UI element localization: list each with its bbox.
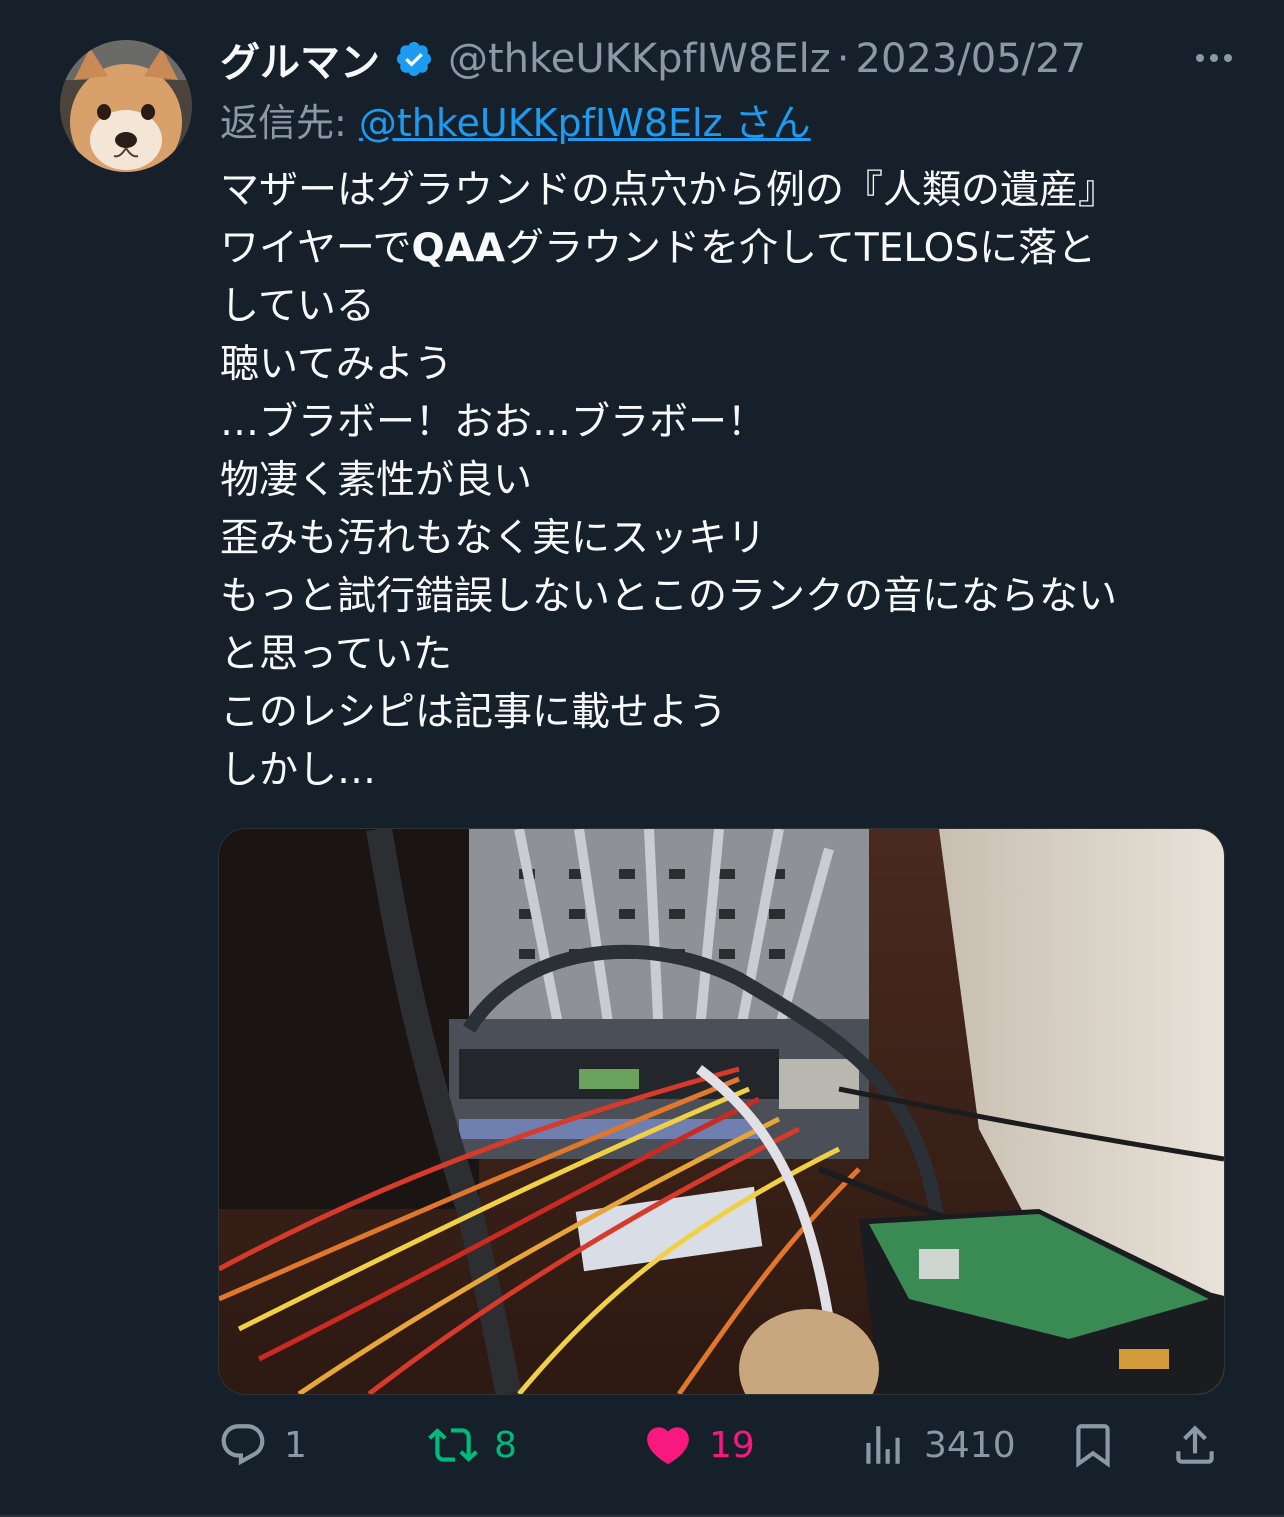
like-count: 19: [709, 1424, 755, 1466]
bookmark-button[interactable]: [1068, 1412, 1118, 1478]
text-bold-segment: QAA: [411, 226, 506, 271]
share-button[interactable]: [1170, 1412, 1220, 1478]
reply-count: 1: [284, 1424, 307, 1466]
reply-icon: [221, 1424, 265, 1466]
text-line: と思っていた: [220, 632, 453, 677]
avatar[interactable]: [60, 40, 192, 172]
text-line: しかし…: [220, 748, 377, 793]
share-icon: [1176, 1425, 1214, 1464]
text-segment: TELOS: [854, 226, 980, 271]
text-line: 聴いてみよう: [220, 342, 453, 387]
views-count: 3410: [924, 1424, 1016, 1466]
reply-to-line: 返信先: @thkeUKKpfIW8Elz さん: [220, 92, 811, 147]
handle[interactable]: @thkeUKKpfIW8Elz: [448, 36, 831, 82]
pc-hardware-photo: [219, 829, 1224, 1394]
retweet-button[interactable]: 8: [428, 1412, 517, 1478]
text-line: 歪みも汚れもなく実にスッキリ: [220, 516, 767, 561]
display-name[interactable]: グルマン: [220, 30, 380, 88]
tweet-text: マザーはグラウンドの点穴から例の『人類の遺産』 ワイヤーでQAAグラウンドを介し…: [220, 162, 1220, 800]
separator-dot: ·: [836, 36, 850, 82]
text-line: このレシピは記事に載せよう: [220, 690, 728, 735]
text-line: …ブラボー！おお…ブラボー！: [220, 400, 767, 445]
text-line: マザーはグラウンドの点穴から例の『人類の遺産』: [220, 168, 1118, 213]
tweet-date[interactable]: 2023/05/27: [856, 36, 1087, 82]
bookmark-icon: [1076, 1424, 1110, 1468]
retweet-icon: [428, 1428, 478, 1462]
reply-button[interactable]: 1: [218, 1412, 307, 1478]
like-button[interactable]: 19: [643, 1412, 755, 1478]
views-button[interactable]: 3410: [858, 1412, 1016, 1478]
tweet-photo[interactable]: [218, 828, 1225, 1395]
text-line: もっと試行錯誤しないとこのランクの音にならない: [220, 574, 1118, 619]
more-icon[interactable]: [1184, 40, 1244, 76]
reply-prefix: 返信先:: [220, 101, 359, 145]
reply-to-link[interactable]: @thkeUKKpfIW8Elz さん: [359, 101, 811, 145]
text-segment: ワイヤーで: [220, 226, 412, 271]
text-line: 物凄く素性が良い: [220, 458, 533, 503]
avatar-dog-image: [60, 40, 192, 172]
verified-badge-icon: [396, 41, 432, 77]
text-segment: グラウンドを介して: [505, 226, 855, 271]
tweet-header: グルマン @thkeUKKpfIW8Elz · 2023/05/27: [220, 30, 1244, 88]
tweet-action-bar: 1 8 19 3410: [218, 1412, 1223, 1478]
like-icon: [647, 1427, 689, 1465]
text-line: ワイヤーでQAAグラウンドを介してTELOSに落と: [220, 220, 1220, 278]
retweet-count: 8: [494, 1424, 517, 1466]
text-segment: に落と: [979, 226, 1097, 271]
views-icon: [866, 1426, 900, 1464]
text-line: している: [220, 284, 375, 329]
